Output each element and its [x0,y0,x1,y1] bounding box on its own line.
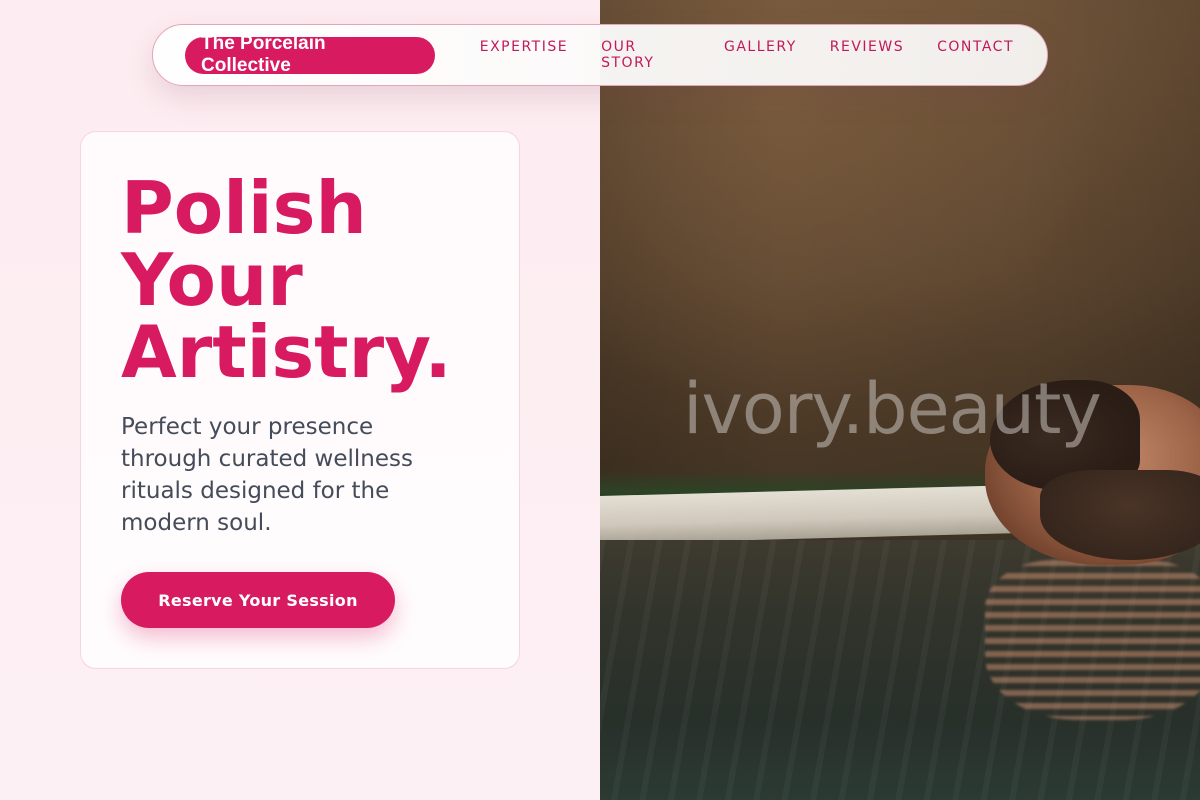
nav-link-contact[interactable]: CONTACT [937,39,1014,71]
pool-edge [600,485,1020,544]
nav-links: EXPERTISE OUR STORY GALLERY REVIEWS CONT… [480,39,1047,71]
hero-subtext: Perfect your presence through curated we… [121,414,413,536]
water-reflection [985,560,1200,720]
headline-line-3: Artistry. [121,310,452,394]
nav-link-our-story[interactable]: OUR STORY [601,39,691,71]
photo-watermark: ivory.beauty [683,368,1102,450]
headline-line-1: Polish [121,166,367,250]
headline-line-2: Your [121,238,303,322]
nav-link-gallery[interactable]: GALLERY [724,39,797,71]
nav-link-expertise[interactable]: EXPERTISE [480,39,568,71]
hero-headline: Polish Your Artistry. [121,172,501,388]
top-navigation: The Porcelain Collective EXPERTISE OUR S… [152,24,1048,86]
brand-logo-link[interactable]: The Porcelain Collective [185,33,435,76]
nav-link-reviews[interactable]: REVIEWS [830,39,904,71]
reserve-session-button[interactable]: Reserve Your Session [121,572,395,628]
